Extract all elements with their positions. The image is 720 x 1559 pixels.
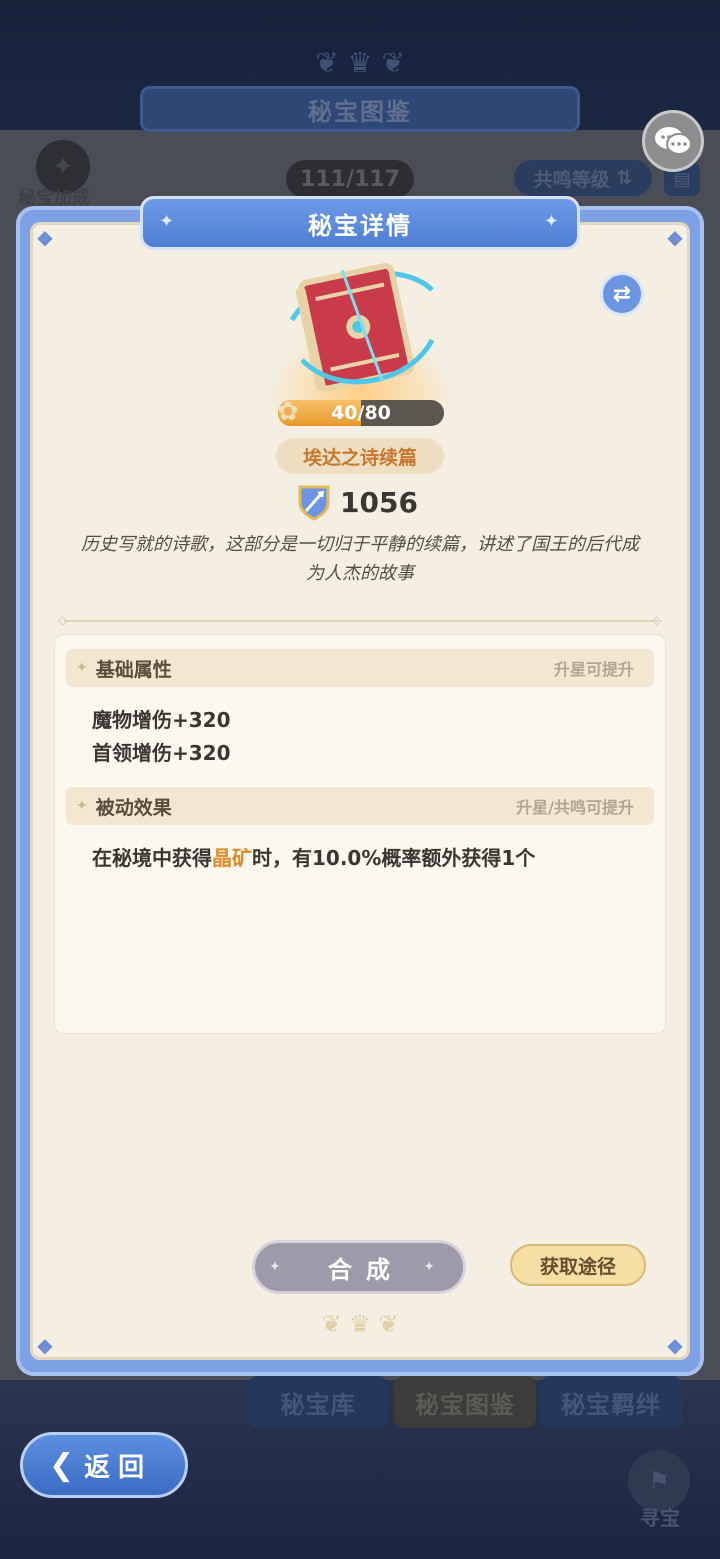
resonance-level-button[interactable]: 共鸣等级 ⇅ [514,160,652,196]
passive-effect-title: 被动效果 [95,796,172,819]
basic-attributes-header: ✦ 基础属性 升星可提升 [66,649,654,687]
swap-arrows-button[interactable]: ⇄ [600,272,644,316]
passive-highlight: 晶矿 [212,846,252,870]
modal-title: ✦ 秘宝详情 ✦ [140,196,580,250]
header-crest-decoration: ❦ ♛ ❦ [315,46,405,79]
corner-ornament-icon: ◆ [667,225,683,249]
stat-line: 魔物增伤+320 [92,708,231,732]
sparkle-icon: ✦ [423,1259,449,1275]
passive-effect-header: ✦ 被动效果 升星/共鸣可提升 [66,787,654,825]
obtain-source-button[interactable]: 获取途径 [510,1244,646,1286]
resonance-label: 共鸣等级 [533,168,610,191]
page-title: 秘宝图鉴 [140,86,580,132]
swap-arrows-icon: ⇄ [612,281,632,307]
power-value: 1056 [340,485,418,519]
tab-treasure-vault[interactable]: 秘宝库 [248,1376,388,1428]
diamond-icon: ✦ [76,660,88,676]
back-arrow-icon: ❮ [49,1447,75,1483]
diamond-icon: ✦ [76,798,88,814]
corner-ornament-icon: ◆ [667,1333,683,1357]
compose-label: 合成 [328,1255,404,1284]
tab-treasure-codex[interactable]: 秘宝图鉴 [394,1376,536,1428]
tab-treasure-bonds[interactable]: 秘宝羁绊 [540,1376,682,1428]
compose-button[interactable]: ✦ 合成 ✦ [252,1240,466,1294]
passive-prefix: 在秘境中获得 [92,846,212,870]
corner-ornament-icon: ◆ [37,225,53,249]
modal-title-text: 秘宝详情 [308,211,412,240]
divider-dot-icon: ◇ [652,613,662,627]
sparkle-icon: ✦ [159,211,177,232]
shield-sword-icon [298,485,330,521]
stat-line: 首领增伤+320 [92,741,231,765]
back-label: 返回 [84,1452,153,1483]
sparkle-icon: ✦ [543,211,561,232]
basic-attributes-hint: 升星可提升 [553,660,634,679]
section-divider [64,620,658,622]
passive-effect-hint: 升星/共鸣可提升 [516,798,634,817]
passive-effect-text: 在秘境中获得晶矿时，有10.0%概率额外获得1个 [92,842,535,871]
chat-bubbles-icon [655,127,692,155]
divider-dot-icon: ◇ [58,613,68,627]
artifact-name: 埃达之诗续篇 [276,438,444,474]
bottom-crest-decoration: ❦ ♛ ❦ [321,1310,399,1338]
back-button[interactable]: ❮ 返回 [20,1432,188,1498]
basic-attributes-title: 基础属性 [95,658,172,681]
artifact-book-icon [289,262,435,392]
sparkle-icon: ✦ [269,1259,295,1275]
passive-suffix: 时，有10.0%概率额外获得1个 [252,846,536,870]
collection-count: 111/117 [286,160,414,198]
power-rating: 1056 [296,480,418,524]
chat-button[interactable] [642,110,704,172]
attribute-panel [54,634,666,1034]
treasure-hunt-label: 寻宝 [640,1506,680,1530]
artifact-description: 历史写就的诗歌，这部分是一切归于平静的续篇，讲述了国王的后代成为人杰的故事 [81,534,639,584]
corner-ornament-icon: ◆ [37,1333,53,1357]
puzzle-piece-icon: ✿ [277,397,299,427]
